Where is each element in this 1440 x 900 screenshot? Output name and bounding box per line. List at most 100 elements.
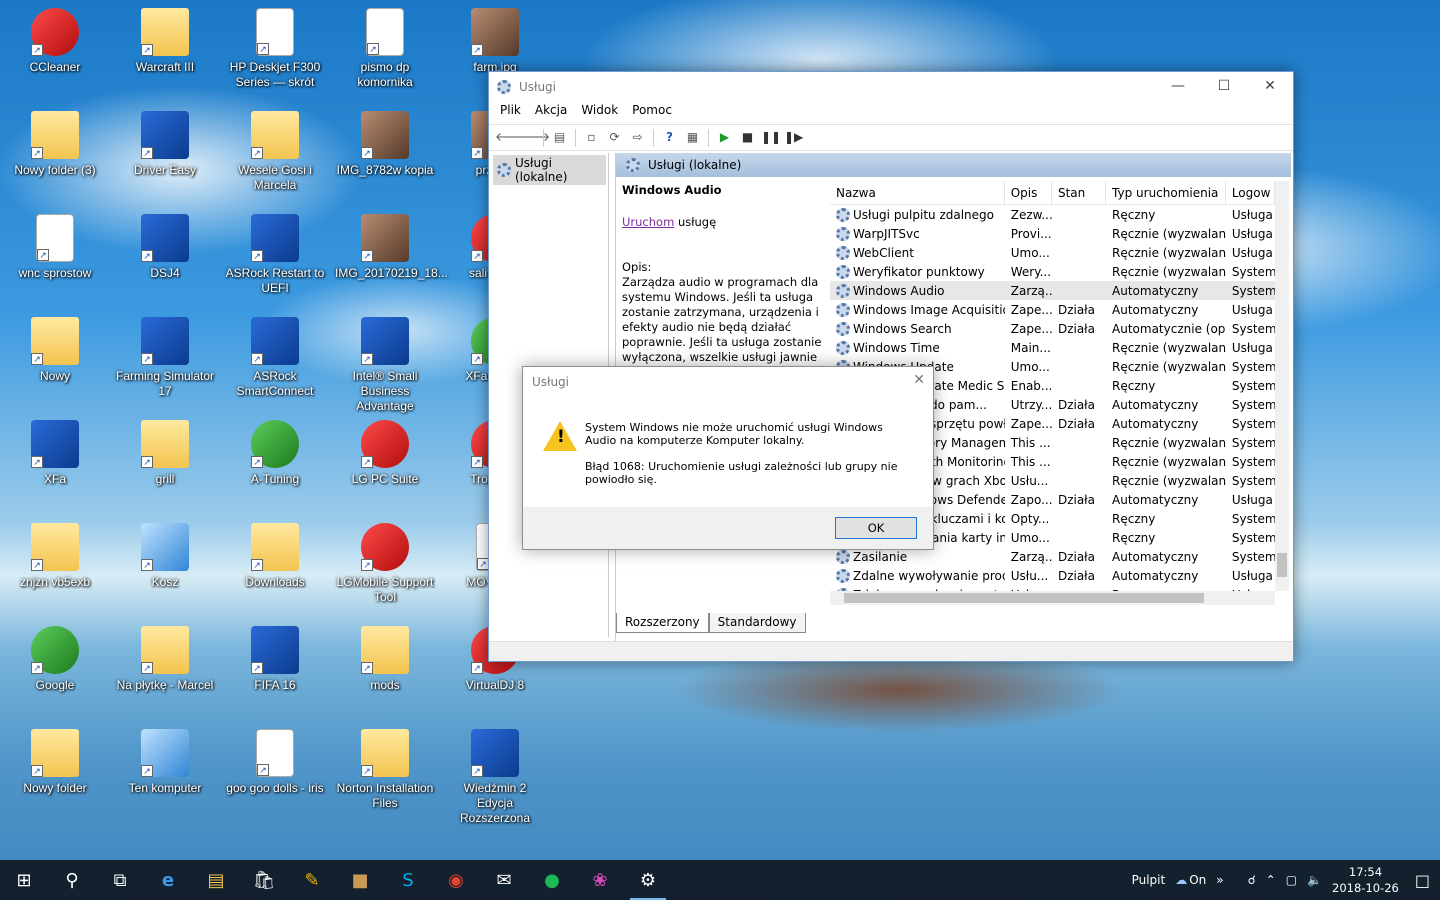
pen-app-icon[interactable]: ✎: [288, 860, 336, 900]
desktop-icon[interactable]: ↗ HP Deskjet F300 Series — skrót: [225, 8, 325, 90]
table-row[interactable]: Windows Image Acquisitio... Zape... Działa…: [830, 300, 1275, 319]
desktop-icon[interactable]: ↗ Nowy folder: [5, 729, 105, 796]
desktop-icon[interactable]: ↗ Farming Simulator 17: [115, 317, 215, 399]
search-icon[interactable]: ⚲: [48, 860, 96, 900]
view-icon[interactable]: ▦: [683, 128, 702, 147]
table-row[interactable]: Usługi pulpitu zdalnego Zezw... Ręczny Usłu…: [830, 205, 1275, 224]
vertical-scrollbar[interactable]: [1275, 181, 1289, 591]
desktop-icon[interactable]: ↗ goo goo dolls - iris: [225, 729, 325, 796]
menu-plik[interactable]: Plik: [493, 101, 528, 123]
desktop-icon[interactable]: ↗ LG PC Suite: [335, 420, 435, 487]
forward-icon[interactable]: 🡒: [518, 128, 550, 147]
chevron-icon[interactable]: »: [1216, 873, 1223, 887]
menu-akcja[interactable]: Akcja: [528, 101, 574, 123]
maximize-button[interactable]: ☐: [1201, 72, 1247, 101]
ok-button[interactable]: OK: [835, 517, 917, 539]
desktop-icon[interactable]: ↗ ASRock Restart to UEFI: [225, 214, 325, 296]
restart-service-icon[interactable]: ❚▶: [784, 128, 803, 147]
desktop-icon[interactable]: ↗ Na płytkę - Marcel: [115, 626, 215, 693]
volume-muted-icon[interactable]: 🔈: [1307, 873, 1322, 887]
tab-standard[interactable]: Standardowy: [708, 613, 806, 633]
desktop-icon[interactable]: ↗ LGMobile Support Tool: [335, 523, 435, 605]
desktop-icon[interactable]: ↗ Wiedźmin 2 Edycja Rozszerzona: [445, 729, 545, 826]
desktop-icon[interactable]: ↗ Driver Easy: [115, 111, 215, 178]
picasa-icon[interactable]: ❀: [576, 860, 624, 900]
desktop-icon[interactable]: ↗ IMG_20170219_18...: [335, 214, 448, 281]
desktop-icon[interactable]: ↗ Norton Installation Files: [335, 729, 435, 811]
menu-pomoc[interactable]: Pomoc: [625, 101, 679, 123]
spotify-icon[interactable]: ●: [528, 860, 576, 900]
desktop-icon[interactable]: ↗ Nowy: [5, 317, 105, 384]
tree-node-local-services[interactable]: Usługi (lokalne): [493, 155, 606, 185]
table-row[interactable]: Windows Time Main... Ręcznie (wyzwalan... U…: [830, 338, 1275, 357]
services-taskbar-icon[interactable]: ⚙: [624, 860, 672, 900]
refresh-icon[interactable]: ⟳: [605, 128, 624, 147]
desktop-icon[interactable]: ↗ Kosz: [115, 523, 215, 590]
network-icon[interactable]: ▢: [1286, 873, 1297, 887]
start-button[interactable]: ⊞: [0, 860, 48, 900]
onedrive-icon[interactable]: ☁: [1175, 873, 1187, 887]
back-icon[interactable]: 🡐: [495, 128, 527, 147]
horizontal-scrollbar[interactable]: [830, 591, 1275, 605]
desktop-icon[interactable]: ↗ Warcraft III: [115, 8, 215, 75]
table-row[interactable]: WebClient Umo... Ręcznie (wyzwalan... Usług…: [830, 243, 1275, 262]
desktop-icon[interactable]: ↗ Wesele Gosi i Marcela: [225, 111, 325, 193]
menu-widok[interactable]: Widok: [574, 101, 625, 123]
desktop-icon[interactable]: ↗ pismo dp komornika: [335, 8, 435, 90]
table-row[interactable]: Weryfikator punktowy Wery... Ręcznie (wyzw…: [830, 262, 1275, 281]
start-service-link[interactable]: Uruchom: [622, 215, 674, 229]
tab-extended[interactable]: Rozszerzony: [616, 613, 709, 633]
column-startup-type[interactable]: Typ uruchomienia: [1106, 181, 1226, 204]
column-description[interactable]: Opis: [1005, 181, 1052, 204]
game-icon[interactable]: ■: [336, 860, 384, 900]
table-row[interactable]: Windows Audio Zarzą... Automatyczny System: [830, 281, 1275, 300]
onedrive-label[interactable]: On: [1189, 873, 1206, 887]
desktop-icon[interactable]: ↗ Downloads: [225, 523, 325, 590]
mail-icon[interactable]: ✉: [480, 860, 528, 900]
clock[interactable]: 17:54 2018-10-26: [1332, 864, 1399, 896]
properties-icon[interactable]: ▫: [582, 128, 601, 147]
table-row[interactable]: WarpJITSvc Provi... Ręcznie (wyzwalan... Us…: [830, 224, 1275, 243]
stop-service-icon[interactable]: ■: [738, 128, 757, 147]
column-name[interactable]: Nazwa: [830, 181, 1005, 204]
close-button[interactable]: ✕: [1247, 72, 1293, 101]
desktop-icon[interactable]: ↗ DSJ4: [115, 214, 215, 281]
task-view-icon[interactable]: ⧉: [96, 860, 144, 900]
notifications-icon[interactable]: □: [1415, 871, 1430, 890]
desktop-icon[interactable]: ↗ Intel® Small Business Advantage: [335, 317, 435, 414]
desktop-icon[interactable]: ↗ ASRock SmartConnect: [225, 317, 325, 399]
desktop-icon[interactable]: ↗ grill: [115, 420, 215, 487]
help-icon[interactable]: ?: [660, 128, 679, 147]
desktop-icon[interactable]: ↗ znjzn vb5exb: [5, 523, 105, 590]
desktop-icon[interactable]: ↗ FIFA 16: [225, 626, 325, 693]
desktop-icon[interactable]: ↗ mods: [335, 626, 435, 693]
chrome-icon[interactable]: ◉: [432, 860, 480, 900]
store-icon[interactable]: 🛍: [240, 860, 288, 900]
file-explorer-icon[interactable]: ▤: [192, 860, 240, 900]
table-row[interactable]: Zdalne wywoływanie proce... Usłu... Działa…: [830, 566, 1275, 585]
desktop-icon[interactable]: ↗ IMG_8782w kopia: [335, 111, 435, 178]
desktop-icon[interactable]: ↗ Nowy folder (3): [5, 111, 105, 178]
column-logon[interactable]: Logow: [1226, 181, 1275, 204]
people-icon[interactable]: ☌: [1248, 873, 1256, 887]
desktop-icon[interactable]: ↗ CCleaner: [5, 8, 105, 75]
desktop-icon[interactable]: ↗ wnc sprostow: [5, 214, 105, 281]
desktop-icon[interactable]: ↗ farm.jpg: [445, 8, 545, 75]
desktop-icon[interactable]: ↗ XFa: [5, 420, 105, 487]
desktop-icon[interactable]: ↗ Google: [5, 626, 105, 693]
start-service-icon[interactable]: ▶: [715, 128, 734, 147]
error-dialog[interactable]: Usługi ✕ ! System Windows nie może uruch…: [522, 366, 934, 550]
desktop-toolbar-label[interactable]: Pulpit: [1132, 873, 1166, 887]
console-tree-icon[interactable]: ▤: [550, 128, 569, 147]
dialog-close-button[interactable]: ✕: [913, 372, 925, 388]
desktop-icon[interactable]: ↗ A-Tuning: [225, 420, 325, 487]
pause-service-icon[interactable]: ❚❚: [761, 128, 781, 147]
hidden-icons-chevron-icon[interactable]: ⌃: [1266, 873, 1276, 887]
edge-icon[interactable]: e: [144, 860, 192, 900]
table-row[interactable]: Windows Search Zape... Działa Automatycznie…: [830, 319, 1275, 338]
skype-icon[interactable]: S: [384, 860, 432, 900]
minimize-button[interactable]: —: [1155, 72, 1201, 101]
export-icon[interactable]: ⇨: [628, 128, 647, 147]
column-status[interactable]: Stan: [1052, 181, 1107, 204]
desktop-icon[interactable]: ↗ Ten komputer: [115, 729, 215, 796]
